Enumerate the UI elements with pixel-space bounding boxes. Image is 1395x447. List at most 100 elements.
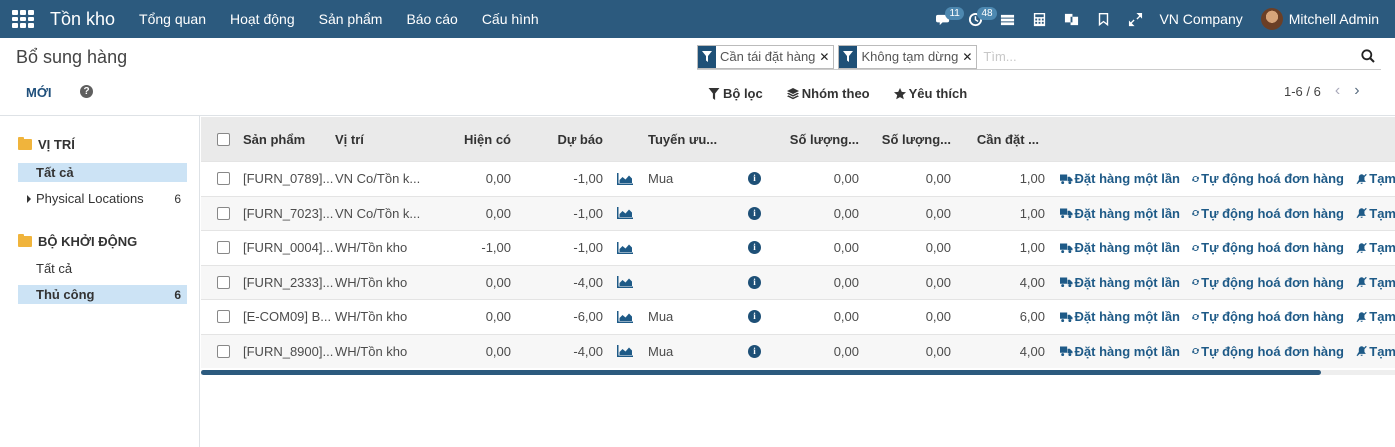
- cell-min-qty[interactable]: 0,00: [771, 162, 859, 195]
- menu-overview[interactable]: Tổng quan: [139, 11, 206, 27]
- cell-route[interactable]: Mua: [648, 162, 738, 195]
- cell-product[interactable]: [FURN_0789]...: [243, 162, 333, 195]
- pager-value[interactable]: 1-6 / 6: [1284, 84, 1321, 99]
- cell-min-qty[interactable]: 0,00: [771, 300, 859, 333]
- col-forecast[interactable]: Dự báo: [521, 117, 603, 161]
- trigger-item-manual[interactable]: Thủ công 6: [18, 285, 187, 304]
- cell-max-qty[interactable]: 0,00: [863, 266, 951, 299]
- cell-location[interactable]: WH/Tồn kho: [335, 335, 425, 368]
- filters-toggle[interactable]: Bộ lọc: [708, 86, 763, 101]
- automate-orders-button[interactable]: Tự động hoá đơn hàng: [1192, 300, 1344, 333]
- snooze-button[interactable]: Tạm: [1356, 300, 1395, 333]
- table-row[interactable]: [FURN_0789]... VN Co/Tồn k... 0,00 -1,00…: [201, 161, 1395, 195]
- translate-icon[interactable]: [1055, 0, 1087, 38]
- snooze-button[interactable]: Tạm: [1356, 197, 1395, 230]
- cell-location[interactable]: WH/Tồn kho: [335, 300, 425, 333]
- info-icon[interactable]: i: [748, 344, 761, 358]
- cell-location[interactable]: WH/Tồn kho: [335, 266, 425, 299]
- cell-product[interactable]: [FURN_8900]...: [243, 335, 333, 368]
- snooze-button[interactable]: Tạm: [1356, 266, 1395, 299]
- col-to-order[interactable]: Cần đặt ...: [957, 117, 1039, 161]
- table-row[interactable]: [FURN_7023]... VN Co/Tồn k... 0,00 -1,00…: [201, 195, 1395, 230]
- cell-to-order[interactable]: 4,00: [957, 335, 1045, 368]
- fullscreen-icon[interactable]: [1119, 0, 1151, 38]
- cell-route[interactable]: Mua: [648, 335, 738, 368]
- cell-location[interactable]: WH/Tồn kho: [335, 231, 425, 264]
- search-input[interactable]: [983, 49, 1364, 64]
- cell-route[interactable]: [648, 231, 738, 264]
- group-by-toggle[interactable]: Nhóm theo: [786, 86, 870, 101]
- calculator-icon[interactable]: [1023, 0, 1055, 38]
- scrollbar-thumb[interactable]: [201, 370, 1321, 375]
- horizontal-scrollbar[interactable]: [201, 370, 1395, 375]
- help-icon[interactable]: ?: [80, 85, 93, 98]
- snooze-button[interactable]: Tạm: [1356, 162, 1395, 195]
- cell-max-qty[interactable]: 0,00: [863, 335, 951, 368]
- order-once-button[interactable]: Đặt hàng một lần: [1060, 231, 1180, 264]
- cell-to-order[interactable]: 1,00: [957, 231, 1045, 264]
- cell-route[interactable]: [648, 197, 738, 230]
- order-once-button[interactable]: Đặt hàng một lần: [1060, 197, 1180, 230]
- order-once-button[interactable]: Đặt hàng một lần: [1060, 162, 1180, 195]
- info-icon[interactable]: i: [748, 310, 761, 323]
- cell-product[interactable]: [FURN_7023]...: [243, 197, 333, 230]
- col-on-hand[interactable]: Hiện có: [431, 117, 511, 161]
- hardware-icon[interactable]: [991, 0, 1023, 38]
- cell-min-qty[interactable]: 0,00: [771, 266, 859, 299]
- pager-next-icon[interactable]: ›: [1354, 82, 1359, 100]
- info-icon[interactable]: i: [748, 206, 761, 220]
- col-route[interactable]: Tuyến ưu...: [648, 117, 738, 161]
- forecast-graph-icon[interactable]: [617, 197, 635, 230]
- bookmark-icon[interactable]: [1087, 0, 1119, 38]
- col-location[interactable]: Vị trí: [335, 117, 425, 161]
- order-once-button[interactable]: Đặt hàng một lần: [1060, 335, 1180, 368]
- cell-max-qty[interactable]: 0,00: [863, 197, 951, 230]
- automate-orders-button[interactable]: Tự động hoá đơn hàng: [1192, 266, 1344, 299]
- order-once-button[interactable]: Đặt hàng một lần: [1060, 300, 1180, 333]
- cell-to-order[interactable]: 6,00: [957, 300, 1045, 333]
- cell-max-qty[interactable]: 0,00: [863, 162, 951, 195]
- table-row[interactable]: [FURN_8900]... WH/Tồn kho 0,00 -4,00 Mua…: [201, 333, 1395, 368]
- forecast-graph-icon[interactable]: [617, 231, 635, 264]
- automate-orders-button[interactable]: Tự động hoá đơn hàng: [1192, 231, 1344, 264]
- user-menu[interactable]: Mitchell Admin: [1289, 11, 1379, 27]
- facet-remove-icon[interactable]: ✕: [962, 45, 977, 68]
- cell-min-qty[interactable]: 0,00: [771, 197, 859, 230]
- table-row[interactable]: [E-COM09] B... WH/Tồn kho 0,00 -6,00 Mua…: [201, 299, 1395, 333]
- cell-location[interactable]: VN Co/Tồn k...: [335, 162, 425, 195]
- apps-menu-icon[interactable]: [12, 10, 34, 28]
- table-row[interactable]: [FURN_0004]... WH/Tồn kho -1,00 -1,00 i …: [201, 230, 1395, 264]
- cell-min-qty[interactable]: 0,00: [771, 231, 859, 264]
- automate-orders-button[interactable]: Tự động hoá đơn hàng: [1192, 162, 1344, 195]
- col-max-qty[interactable]: Số lượng...: [863, 117, 951, 161]
- automate-orders-button[interactable]: Tự động hoá đơn hàng: [1192, 197, 1344, 230]
- activity-clock-icon[interactable]: 48: [959, 0, 997, 38]
- menu-operations[interactable]: Hoạt động: [230, 11, 295, 27]
- favorites-toggle[interactable]: Yêu thích: [893, 86, 967, 101]
- cell-product[interactable]: [FURN_0004]...: [243, 231, 333, 264]
- caret-right-icon[interactable]: [27, 194, 31, 203]
- forecast-graph-icon[interactable]: [617, 300, 635, 333]
- row-checkbox[interactable]: [217, 241, 230, 254]
- cell-route[interactable]: [648, 266, 738, 299]
- forecast-graph-icon[interactable]: [617, 335, 635, 368]
- order-once-button[interactable]: Đặt hàng một lần: [1060, 266, 1180, 299]
- cell-to-order[interactable]: 1,00: [957, 162, 1045, 195]
- menu-reporting[interactable]: Báo cáo: [406, 11, 457, 27]
- pager-previous-icon[interactable]: ‹: [1335, 82, 1340, 100]
- cell-route[interactable]: Mua: [648, 300, 738, 333]
- row-checkbox[interactable]: [217, 275, 230, 289]
- select-all-checkbox[interactable]: [217, 132, 230, 146]
- messages-icon[interactable]: 11: [927, 0, 964, 38]
- info-icon[interactable]: i: [748, 275, 761, 289]
- cell-location[interactable]: VN Co/Tồn k...: [335, 197, 425, 230]
- search-icon[interactable]: [1361, 49, 1375, 63]
- trigger-item-all[interactable]: Tất cả: [18, 259, 187, 278]
- info-icon[interactable]: i: [748, 172, 761, 185]
- menu-configuration[interactable]: Cấu hình: [482, 11, 539, 27]
- row-checkbox[interactable]: [217, 344, 230, 358]
- forecast-graph-icon[interactable]: [617, 162, 635, 195]
- location-item-physical[interactable]: Physical Locations 6: [18, 189, 187, 208]
- menu-products[interactable]: Sản phẩm: [319, 11, 383, 27]
- app-name[interactable]: Tồn kho: [50, 9, 115, 30]
